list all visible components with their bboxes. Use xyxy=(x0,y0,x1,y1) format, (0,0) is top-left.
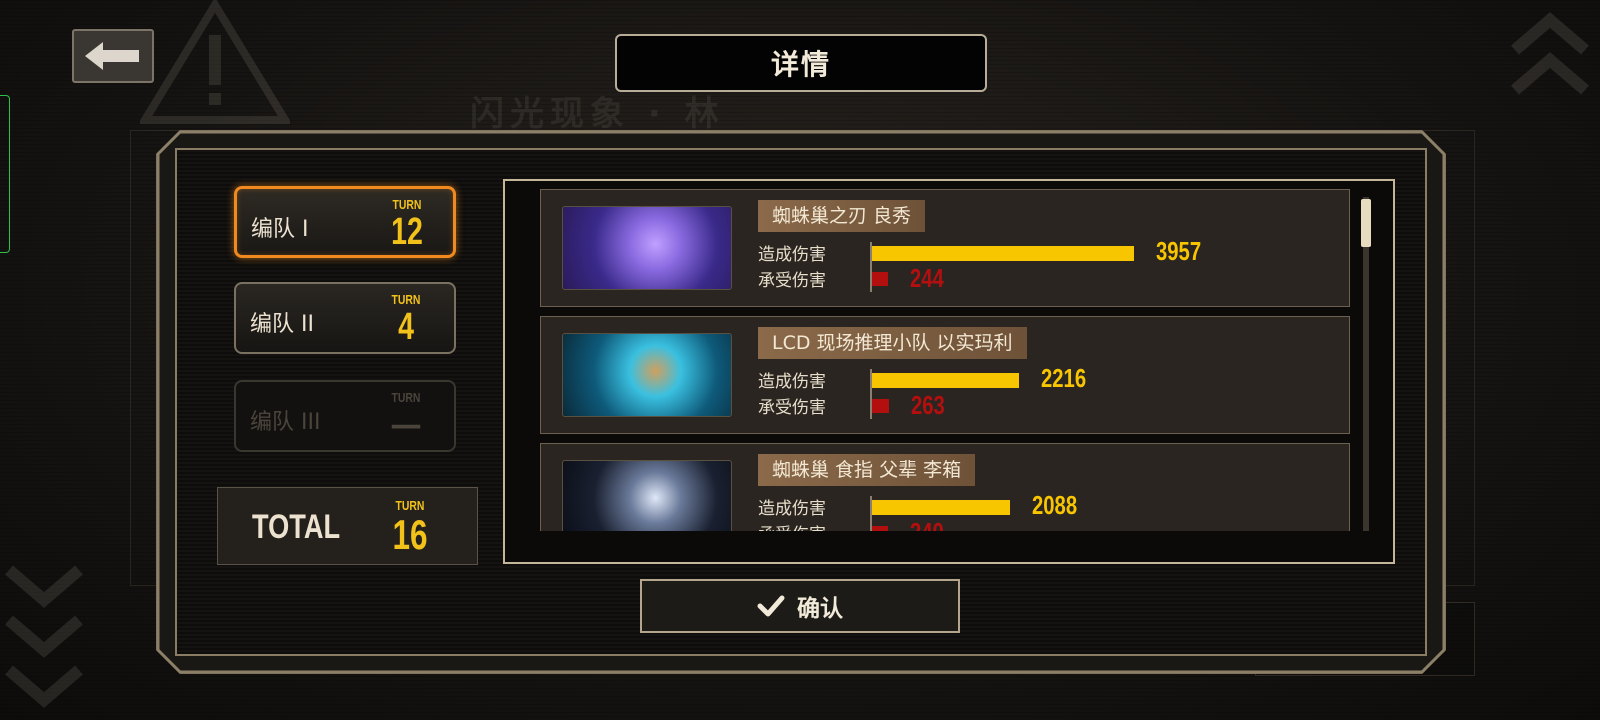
warning-triangle-icon xyxy=(140,0,290,124)
confirm-button[interactable]: 确认 xyxy=(640,579,960,633)
damage-taken-label: 承受伤害 xyxy=(758,520,826,531)
team-name: 编队 I xyxy=(251,217,309,242)
damage-taken-bar xyxy=(872,399,889,413)
turn-label: TURN xyxy=(391,292,421,307)
damage-taken-value: 240 xyxy=(910,517,944,531)
turn-label: TURN xyxy=(391,390,421,405)
total-label: TOTAL xyxy=(252,508,341,546)
team-tab-2[interactable]: 编队 II TURN 4 xyxy=(234,282,456,354)
back-button[interactable] xyxy=(72,29,154,83)
damage-dealt-value: 2088 xyxy=(1032,490,1078,520)
damage-dealt-bar xyxy=(872,500,1010,515)
unit-portrait xyxy=(562,460,732,531)
unit-portrait xyxy=(562,206,732,290)
chevron-down-icon xyxy=(5,565,83,708)
total-turns: TOTAL TURN 16 xyxy=(217,487,478,565)
checkmark-icon xyxy=(757,595,785,617)
chevron-up-icon xyxy=(1511,12,1589,95)
damage-dealt-value: 3957 xyxy=(1156,236,1202,266)
unit-damage-list[interactable]: 蜘蛛巢之刃 良秀 造成伤害 承受伤害 3957 244 LCD 现场推理小队 以实玛利 造成… xyxy=(503,179,1395,564)
turn-count: 4 xyxy=(398,306,414,348)
damage-dealt-label: 造成伤害 xyxy=(758,245,826,265)
scrollbar-track[interactable] xyxy=(1363,197,1369,531)
turn-count: 12 xyxy=(391,211,423,253)
unit-card: 蜘蛛巢 食指 父辈 李箱造成伤害承受伤害 2088 240 xyxy=(540,443,1350,531)
turn-count: — xyxy=(391,404,421,446)
unit-card: LCD 现场推理小队 以实玛利造成伤害承受伤害 2216 263 xyxy=(540,316,1350,434)
damage-taken-label: 承受伤害 xyxy=(758,398,826,418)
total-turn-count: 16 xyxy=(392,511,428,558)
unit-name: LCD 现场推理小队 以实玛利 xyxy=(758,327,1027,359)
list-viewport[interactable]: 蜘蛛巢之刃 良秀 造成伤害 承受伤害 3957 244 LCD 现场推理小队 以实玛利 造成… xyxy=(540,189,1350,531)
scrollbar-thumb[interactable] xyxy=(1361,199,1371,247)
team-name: 编队 III xyxy=(250,410,321,435)
damage-dealt-bar xyxy=(872,246,1134,261)
page-title: 详情 xyxy=(615,34,987,92)
damage-taken-label: 承受伤害 xyxy=(758,271,826,291)
team-name: 编队 II xyxy=(250,312,314,337)
turn-label: TURN xyxy=(392,197,422,212)
damage-dealt-value: 2216 xyxy=(1041,363,1087,393)
back-arrow-icon xyxy=(85,42,139,70)
team-tab-1[interactable]: 编队 I TURN 12 xyxy=(234,186,456,258)
confirm-label: 确认 xyxy=(797,596,843,622)
damage-dealt-bar xyxy=(872,373,1019,388)
team-tab-3: 编队 III TURN — xyxy=(234,380,456,452)
damage-taken-bar xyxy=(872,526,888,531)
damage-taken-value: 263 xyxy=(911,390,945,420)
damage-taken-bar xyxy=(872,272,888,286)
unit-card: 蜘蛛巢之刃 良秀造成伤害承受伤害 3957 244 xyxy=(540,189,1350,307)
unit-portrait xyxy=(562,333,732,417)
damage-dealt-label: 造成伤害 xyxy=(758,499,826,519)
unit-name: 蜘蛛巢之刃 良秀 xyxy=(758,200,926,232)
damage-dealt-label: 造成伤害 xyxy=(758,372,826,392)
side-indicator xyxy=(0,95,10,253)
background-stage-title: 闪光现象 · 林 xyxy=(470,94,725,134)
damage-taken-value: 244 xyxy=(910,263,944,293)
unit-name: 蜘蛛巢 食指 父辈 李箱 xyxy=(758,454,976,486)
